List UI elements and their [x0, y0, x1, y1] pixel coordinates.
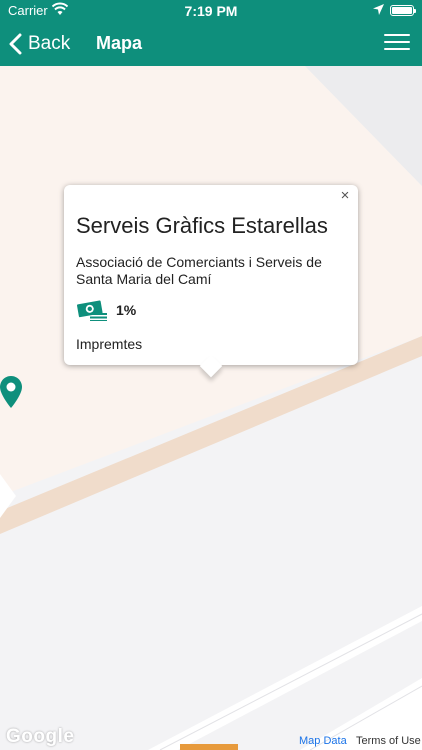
close-icon[interactable]: × — [336, 187, 354, 205]
business-name: Serveis Gràfics Estarellas — [76, 213, 328, 238]
menu-line — [384, 34, 410, 36]
map-canvas — [0, 66, 422, 750]
location-pin-icon[interactable] — [0, 376, 22, 408]
association-name: Associació de Comerciants i Serveis de S… — [76, 254, 322, 287]
menu-line — [384, 41, 410, 43]
page-title: Mapa — [96, 33, 143, 53]
chevron-left-icon — [9, 33, 22, 55]
back-button[interactable]: Back — [8, 30, 70, 58]
status-time: 7:19 PM — [184, 3, 238, 19]
status-bar: Carrier 7:19 PM — [0, 0, 422, 22]
menu-line — [384, 48, 410, 50]
navigation-bar: Back Mapa — [0, 22, 422, 66]
terms-of-use-link[interactable]: Terms of Use — [356, 735, 421, 747]
bottom-indicator — [180, 744, 238, 750]
map-view[interactable] — [0, 66, 422, 750]
map-data-link[interactable]: Map Data — [299, 735, 347, 747]
business-category: Impremtes — [76, 336, 143, 352]
top-bar: Carrier 7:19 PM Back Mapa — [0, 0, 422, 66]
back-label: Back — [28, 33, 71, 54]
location-arrow-icon — [373, 4, 384, 15]
battery-icon — [390, 5, 416, 16]
hamburger-menu-icon[interactable] — [384, 34, 410, 54]
google-logo: Google — [6, 726, 75, 747]
discount-row: 1% — [76, 298, 136, 322]
info-popup: × Serveis Gràfics Estarellas Associació … — [64, 185, 358, 378]
money-icon — [76, 300, 107, 321]
discount-value: 1% — [116, 302, 137, 318]
